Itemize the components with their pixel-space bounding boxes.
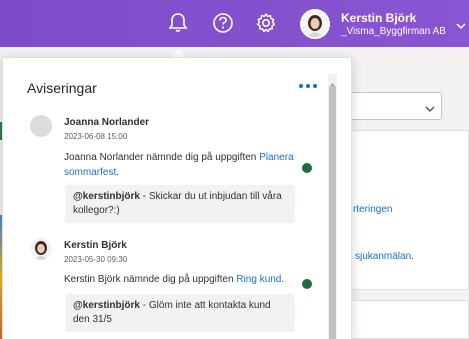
notification-text: Kerstin Björk nämnde dig på uppgiften Ri… (64, 272, 296, 287)
gear-icon[interactable] (254, 11, 278, 35)
comment-quote: @kerstinbjörk - Glöm inte att kontakta k… (65, 294, 295, 332)
user-avatar[interactable] (300, 9, 330, 39)
background-link[interactable]: sjukanmälan. (355, 251, 414, 262)
background-select[interactable] (338, 92, 442, 120)
background-card (338, 300, 469, 339)
scrollbar-thumb[interactable] (329, 86, 336, 339)
more-options-icon[interactable] (299, 84, 317, 88)
unread-indicator[interactable] (302, 163, 312, 173)
avatar (30, 238, 52, 260)
notification-sender: Kerstin Björk (64, 240, 127, 251)
notification-text-after: . (281, 274, 285, 285)
mention: @kerstinbjörk (73, 191, 140, 202)
background-link[interactable]: rteringen (353, 204, 392, 215)
help-icon[interactable] (211, 11, 235, 35)
avatar (30, 115, 52, 137)
user-name[interactable]: Kerstin Björk (341, 11, 416, 25)
user-company[interactable]: _Visma_Byggfirman AB (341, 26, 446, 37)
notification-text-after: . (116, 167, 120, 178)
top-bar: Kerstin Björk _Visma_Byggfirman AB (0, 0, 469, 47)
notification-text-before: Kerstin Björk nämnde dig på uppgiften (64, 274, 237, 285)
notifications-panel: Aviseringar Joanna Norlander 2023-06-08 … (2, 57, 352, 339)
mention: @kerstinbjörk (73, 300, 140, 311)
comment-quote: @kerstinbjörk - Skickar du ut inbjudan t… (65, 185, 295, 223)
unread-indicator[interactable] (302, 279, 312, 289)
notification-date: 2023-06-08 15:00 (64, 132, 128, 141)
panel-title: Aviseringar (27, 80, 97, 96)
chevron-down-icon[interactable] (456, 17, 466, 35)
notification-text: Joanna Norlander nämnde dig på uppgiften… (64, 150, 296, 180)
bell-icon[interactable] (166, 11, 190, 35)
task-link[interactable]: Ring kund (236, 274, 281, 285)
notification-date: 2023-05-30 09:30 (64, 255, 128, 264)
notification-text-before: Joanna Norlander nämnde dig på uppgiften (64, 152, 260, 163)
notification-sender: Joanna Norlander (64, 117, 150, 128)
chevron-down-icon (425, 100, 435, 118)
